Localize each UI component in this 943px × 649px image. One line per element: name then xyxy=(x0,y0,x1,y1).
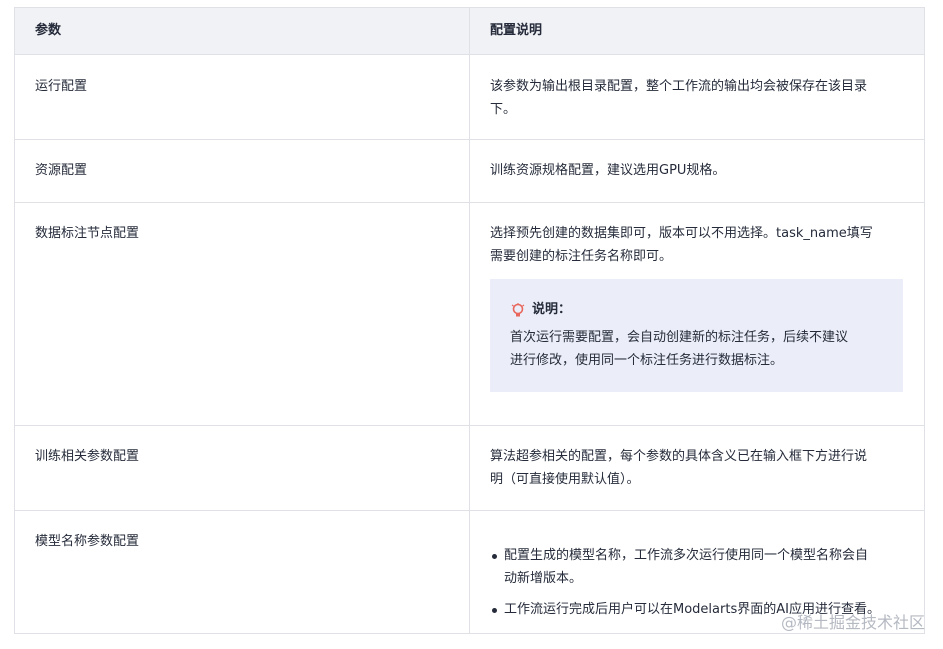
table-row: 数据标注节点配置 选择预先创建的数据集即可，版本可以不用选择。task_name… xyxy=(15,203,924,426)
param-name: 训练相关参数配置 xyxy=(35,449,140,464)
param-cell: 数据标注节点配置 xyxy=(15,203,470,425)
note-title: 说明： xyxy=(532,302,572,317)
desc-line: 训练资源规格配置，建议选用GPU规格。 xyxy=(490,163,726,178)
table-row: 资源配置 训练资源规格配置，建议选用GPU规格。 xyxy=(15,140,924,203)
desc-line: 该参数为输出根目录配置，整个工作流的输出均会被保存在该目录 xyxy=(490,79,868,94)
note-box: 说明： 首次运行需要配置，会自动创建新的标注任务，后续不建议 进行修改，使用同一… xyxy=(490,279,903,392)
note-line: 首次运行需要配置，会自动创建新的标注任务，后续不建议 xyxy=(510,330,849,345)
desc-line: 下。 xyxy=(490,102,517,117)
param-name: 数据标注节点配置 xyxy=(35,226,140,241)
param-cell: 训练相关参数配置 xyxy=(15,426,470,510)
bullet-dot xyxy=(492,608,497,613)
watermark: @稀土掘金技术社区 xyxy=(780,613,925,632)
header-desc-label: 配置说明 xyxy=(490,23,543,38)
desc-line: 需要创建的标注任务名称即可。 xyxy=(490,249,673,264)
note-body: 首次运行需要配置，会自动创建新的标注任务，后续不建议 进行修改，使用同一个标注任… xyxy=(510,326,890,372)
header-cell-param: 参数 xyxy=(15,8,470,54)
bullet-line: 配置生成的模型名称，工作流多次运行使用同一个模型名称会自 xyxy=(504,548,869,563)
param-cell: 资源配置 xyxy=(15,140,470,202)
desc-cell: 训练资源规格配置，建议选用GPU规格。 xyxy=(470,140,924,202)
param-cell: 运行配置 xyxy=(15,55,470,139)
desc-line: 明（可直接使用默认值）。 xyxy=(490,472,640,487)
parameter-table: 参数 配置说明 运行配置 该参数为输出根目录配置，整个工作流的输出均会被保存在该… xyxy=(14,7,925,634)
desc-line: 算法超参相关的配置，每个参数的具体含义已在输入框下方进行说 xyxy=(490,449,868,464)
desc-cell: 算法超参相关的配置，每个参数的具体含义已在输入框下方进行说 明（可直接使用默认值… xyxy=(470,426,924,510)
desc-cell: 该参数为输出根目录配置，整个工作流的输出均会被保存在该目录 下。 xyxy=(470,55,924,139)
header-cell-desc: 配置说明 xyxy=(470,8,924,54)
desc-cell: 选择预先创建的数据集即可，版本可以不用选择。task_name填写 需要创建的标… xyxy=(470,203,924,425)
header-param-label: 参数 xyxy=(35,23,62,38)
param-name: 运行配置 xyxy=(35,79,88,94)
bullet-line: 动新增版本。 xyxy=(504,571,583,586)
table-row: 训练相关参数配置 算法超参相关的配置，每个参数的具体含义已在输入框下方进行说 明… xyxy=(15,426,924,511)
table-header-row: 参数 配置说明 xyxy=(15,8,924,55)
param-cell: 模型名称参数配置 xyxy=(15,511,470,633)
param-name: 资源配置 xyxy=(35,163,88,178)
bullet-dot xyxy=(492,554,497,559)
param-name: 模型名称参数配置 xyxy=(35,534,140,549)
note-line: 进行修改，使用同一个标注任务进行数据标注。 xyxy=(510,353,784,368)
desc-line: 选择预先创建的数据集即可，版本可以不用选择。task_name填写 xyxy=(490,226,873,241)
table-row: 运行配置 该参数为输出根目录配置，整个工作流的输出均会被保存在该目录 下。 xyxy=(15,55,924,140)
lightbulb-icon xyxy=(511,303,525,317)
